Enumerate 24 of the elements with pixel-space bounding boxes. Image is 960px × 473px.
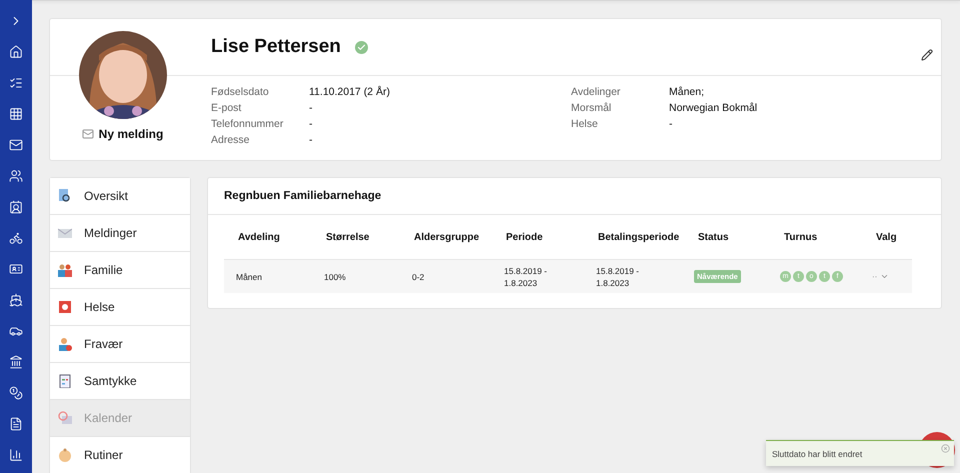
card-title: Regnbuen Familiebarnehage	[224, 190, 382, 202]
field-value: -	[309, 101, 314, 115]
table-cell: 0-2	[400, 260, 492, 293]
field-value: Norwegian Bokmål	[669, 101, 758, 115]
table-cell: Månen	[224, 260, 312, 293]
field-label: Adresse	[211, 133, 251, 147]
field-label: E-post	[211, 101, 242, 115]
toast-message: Sluttdato har blitt endret	[772, 448, 862, 458]
field-label: Fødselsdato	[211, 85, 270, 99]
field-value: 11.10.2017 (2 År)	[309, 85, 391, 99]
field-value: -	[309, 117, 314, 131]
field-value: Månen;	[669, 85, 706, 99]
table-cell: 15.8.2019 - 1.8.2023	[584, 260, 684, 293]
nav-item[interactable]: Oversikt	[50, 178, 190, 215]
field-value: -	[669, 117, 674, 131]
field-label: Telefonnummer	[211, 117, 284, 131]
field-label: Avdelinger	[571, 85, 622, 99]
child-name: Lise Pettersen	[211, 36, 341, 58]
field-label: Helse	[571, 117, 599, 131]
field-value: -	[309, 133, 314, 147]
table-cell: 15.8.2019 - 1.8.2023	[492, 260, 584, 293]
field-label: Morsmål	[571, 101, 612, 115]
table-cell: 100%	[312, 260, 400, 293]
new-message-link[interactable]: Ny melding	[82, 127, 164, 141]
